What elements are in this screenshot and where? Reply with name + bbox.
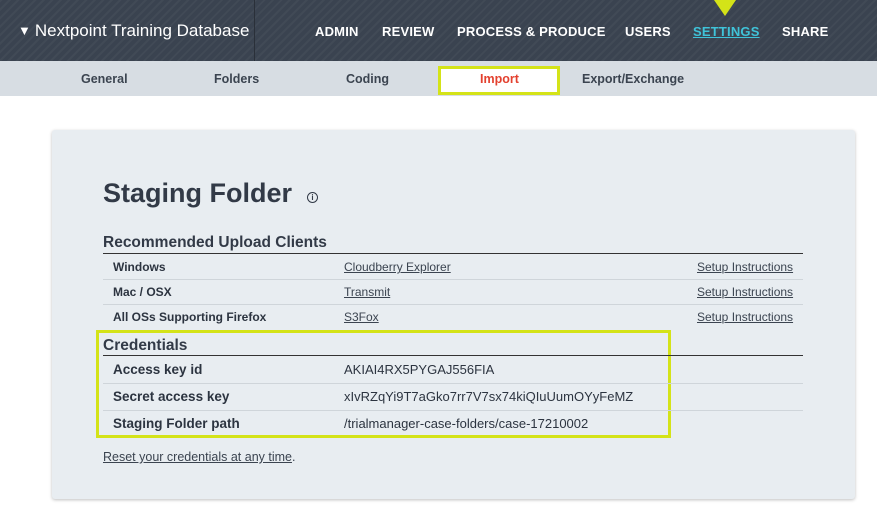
tab-folders[interactable]: Folders bbox=[214, 72, 259, 86]
nav-review[interactable]: REVIEW bbox=[382, 24, 434, 39]
client-os: Windows bbox=[113, 260, 166, 274]
reset-credentials-link[interactable]: Reset your credentials at any time bbox=[103, 450, 292, 464]
client-os: All OSs Supporting Firefox bbox=[113, 310, 267, 324]
nav-share[interactable]: SHARE bbox=[782, 24, 829, 39]
access-key-value: AKIAI4RX5PYGAJ556FIA bbox=[344, 362, 495, 377]
tab-import[interactable]: Import bbox=[480, 72, 519, 86]
row-divider bbox=[103, 304, 803, 305]
setup-instructions-link[interactable]: Setup Instructions bbox=[697, 285, 793, 299]
section-divider bbox=[103, 355, 803, 356]
credentials-heading: Credentials bbox=[103, 337, 188, 354]
credential-label: Access key id bbox=[113, 362, 203, 377]
tab-coding[interactable]: Coding bbox=[346, 72, 389, 86]
credential-label: Secret access key bbox=[113, 389, 230, 404]
tab-general[interactable]: General bbox=[81, 72, 128, 86]
client-link-s3fox[interactable]: S3Fox bbox=[344, 310, 379, 324]
client-link-cloudberry[interactable]: Cloudberry Explorer bbox=[344, 260, 451, 274]
tab-export-exchange[interactable]: Export/Exchange bbox=[582, 72, 684, 86]
reset-credentials-note: Reset your credentials at any time. bbox=[103, 450, 295, 464]
row-divider bbox=[103, 383, 803, 384]
client-link-transmit[interactable]: Transmit bbox=[344, 285, 390, 299]
setup-instructions-link[interactable]: Setup Instructions bbox=[697, 260, 793, 274]
nav-settings[interactable]: SETTINGS bbox=[693, 24, 760, 39]
active-nav-pointer-icon bbox=[714, 0, 736, 16]
main-nav: ADMIN REVIEW PROCESS & PRODUCE USERS SET… bbox=[0, 0, 877, 61]
page-title: Staging Folder bbox=[103, 178, 292, 208]
staging-path-value: /trialmanager-case-folders/case-17210002 bbox=[344, 416, 589, 431]
nav-process-produce[interactable]: PROCESS & PRODUCE bbox=[457, 24, 606, 39]
info-icon[interactable]: i bbox=[307, 192, 318, 203]
nav-users[interactable]: USERS bbox=[625, 24, 671, 39]
upload-clients-heading: Recommended Upload Clients bbox=[103, 234, 327, 251]
section-divider bbox=[103, 253, 803, 254]
reset-suffix: . bbox=[291, 450, 296, 464]
secret-key-value: xIvRZqYi9T7aGko7rr7V7sx74kiQIuUumOYyFeMZ bbox=[344, 389, 634, 404]
client-os: Mac / OSX bbox=[113, 285, 172, 299]
nav-admin[interactable]: ADMIN bbox=[315, 24, 359, 39]
top-header: ▼ Nextpoint Training Database ADMIN REVI… bbox=[0, 0, 877, 61]
credential-label: Staging Folder path bbox=[113, 416, 240, 431]
row-divider bbox=[103, 279, 803, 280]
settings-subnav: General Folders Coding Import Export/Exc… bbox=[0, 61, 877, 96]
row-divider bbox=[103, 410, 803, 411]
setup-instructions-link[interactable]: Setup Instructions bbox=[697, 310, 793, 324]
